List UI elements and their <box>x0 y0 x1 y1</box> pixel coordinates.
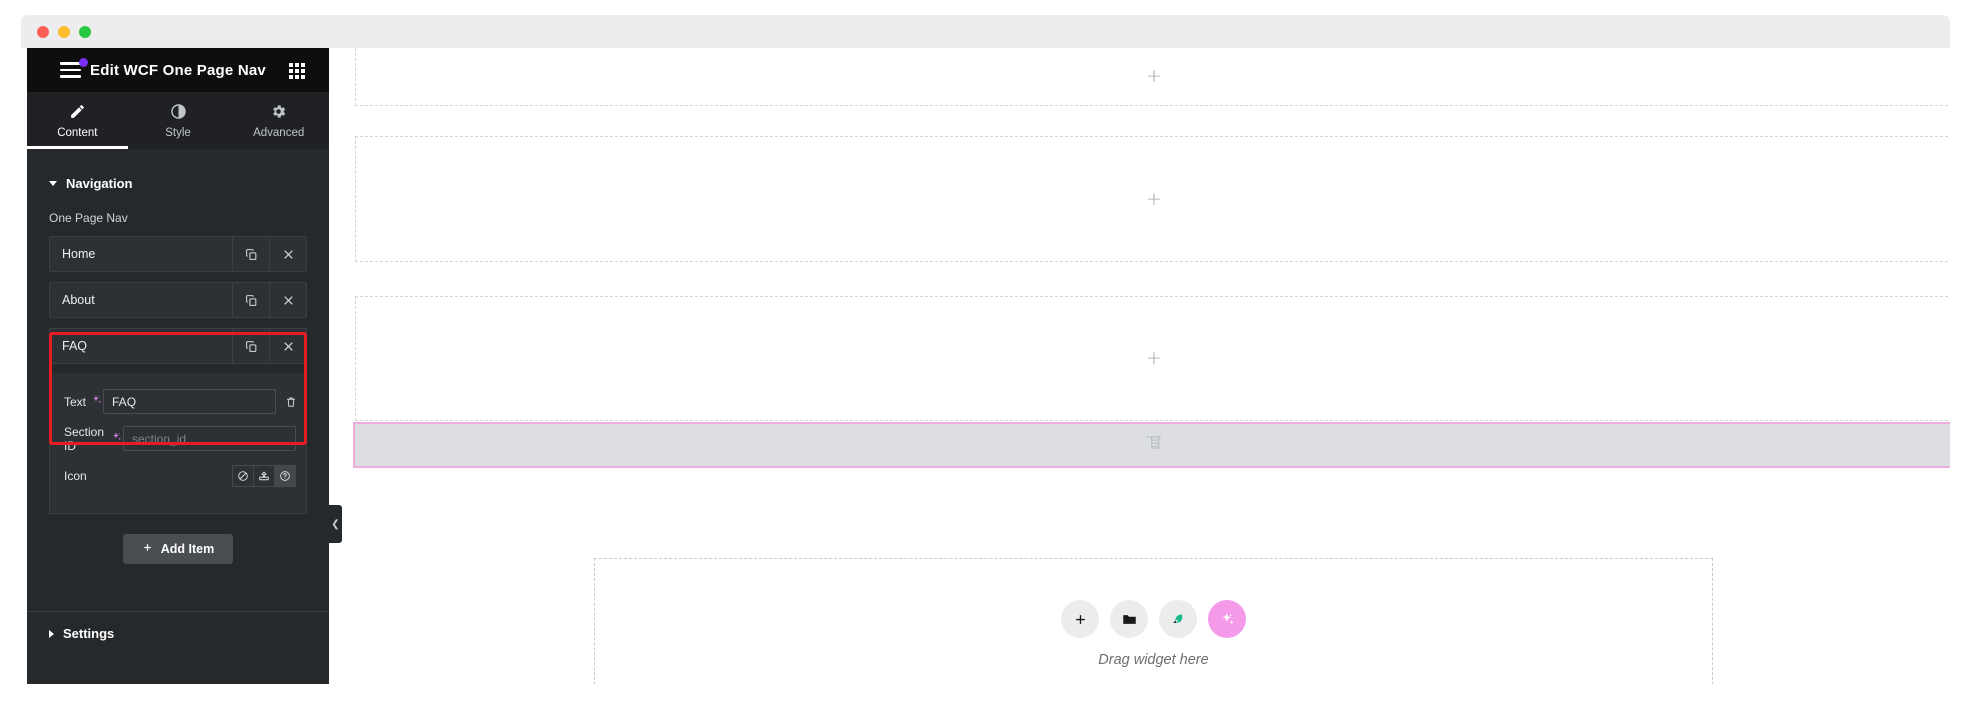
panel-collapse-handle[interactable]: ❮ <box>329 505 342 543</box>
field-section-id-label: Section ID <box>64 425 123 453</box>
field-section-id[interactable]: Section ID <box>50 423 306 454</box>
plus-icon[interactable]: + <box>1146 189 1162 209</box>
repeater-item-about[interactable]: About <box>49 282 307 318</box>
browser-window: + + + Drag widget here Edit WCF One Page… <box>0 0 1971 705</box>
help-circle-icon[interactable] <box>274 464 296 487</box>
field-text-label-text: Text <box>64 394 87 409</box>
traffic-light-buttons[interactable] <box>37 26 91 38</box>
window-titlebar <box>21 15 1950 48</box>
selected-nav-widget-section[interactable] <box>353 422 1950 468</box>
repeater-item-home[interactable]: Home <box>49 236 307 272</box>
tab-content-label: Content <box>57 126 98 139</box>
none-icon[interactable] <box>232 464 254 487</box>
panel-tabs[interactable]: Content Style Advanced <box>27 92 329 149</box>
panel-body[interactable]: Navigation One Page Nav Home About FAQ T… <box>27 149 329 684</box>
section-navigation-label: Navigation <box>66 176 133 191</box>
close-icon[interactable] <box>269 283 306 317</box>
add-item-wrapper[interactable]: Add Item <box>27 534 329 564</box>
tab-advanced-label: Advanced <box>253 126 305 139</box>
page-title: Edit WCF One Page Nav <box>90 61 266 79</box>
pencil-icon <box>69 103 86 120</box>
field-icon[interactable]: Icon <box>50 460 306 491</box>
empty-section[interactable]: + <box>355 296 1950 421</box>
add-item-label: Add Item <box>160 542 215 556</box>
repeater-item-faq[interactable]: FAQ <box>49 328 307 364</box>
drag-widget-hint: Drag widget here <box>1098 652 1209 668</box>
grid-icon[interactable] <box>289 63 305 79</box>
elementor-editor-panel[interactable]: Edit WCF One Page Nav Content Style Adva… <box>27 48 329 684</box>
ai-sparkle-icon[interactable] <box>91 394 103 409</box>
close-window-button[interactable] <box>37 26 49 38</box>
repeater-item-editor[interactable]: Text FAQ Section ID section_id Icon <box>49 374 307 514</box>
add-item-button[interactable]: Add Item <box>122 534 234 564</box>
chevron-left-icon: ❮ <box>331 518 340 530</box>
section-id-input[interactable] <box>123 426 296 451</box>
field-icon-label-text: Icon <box>64 468 87 483</box>
contrast-icon <box>170 103 187 120</box>
drag-widget-dropzone[interactable]: Drag widget here <box>594 558 1713 684</box>
section-navigation-header[interactable]: Navigation <box>27 162 329 205</box>
tab-advanced[interactable]: Advanced <box>228 92 329 149</box>
close-icon[interactable] <box>269 329 306 363</box>
plus-icon <box>142 542 153 556</box>
plus-icon[interactable]: + <box>1146 349 1162 368</box>
folder-templates-button[interactable] <box>1110 600 1148 638</box>
minimize-window-button[interactable] <box>58 26 70 38</box>
trash-icon[interactable] <box>281 391 301 413</box>
upload-icon[interactable] <box>253 464 275 487</box>
cloud-library-button[interactable] <box>1159 600 1197 638</box>
nav-widget-icon <box>1144 433 1163 457</box>
tab-content[interactable]: Content <box>27 92 128 149</box>
repeater-item-title[interactable]: About <box>50 283 232 317</box>
field-icon-label: Icon <box>64 469 168 483</box>
field-section-id-label-text: Section ID <box>64 424 105 453</box>
widget-quick-actions[interactable] <box>1061 600 1246 638</box>
repeater-list[interactable]: Home About FAQ <box>27 236 329 364</box>
field-text[interactable]: Text <box>50 386 306 417</box>
section-settings-label: Settings <box>63 626 115 641</box>
field-section-id-control[interactable] <box>123 426 296 451</box>
field-text-label: Text <box>64 394 103 409</box>
tab-style[interactable]: Style <box>128 92 229 149</box>
repeater-label: One Page Nav <box>49 211 128 225</box>
repeater-item-title[interactable]: FAQ <box>50 329 232 363</box>
add-widget-button[interactable] <box>1061 600 1099 638</box>
caret-right-icon <box>49 629 54 638</box>
duplicate-icon[interactable] <box>232 283 269 317</box>
empty-section[interactable]: + <box>355 48 1950 106</box>
tab-style-label: Style <box>165 126 191 139</box>
repeater-item-title[interactable]: Home <box>50 237 232 271</box>
section-settings-header[interactable]: Settings <box>27 612 329 655</box>
empty-section[interactable]: + <box>355 136 1950 262</box>
close-icon[interactable] <box>269 237 306 271</box>
panel-header: Edit WCF One Page Nav <box>27 48 329 92</box>
plus-icon[interactable]: + <box>1146 67 1162 86</box>
caret-down-icon <box>49 181 57 186</box>
field-text-control[interactable] <box>103 389 301 414</box>
ai-builder-button[interactable] <box>1208 600 1246 638</box>
icon-choice-group[interactable] <box>232 464 296 487</box>
maximize-window-button[interactable] <box>79 26 91 38</box>
text-input[interactable] <box>103 389 277 414</box>
duplicate-icon[interactable] <box>232 329 269 363</box>
gear-icon <box>270 103 287 120</box>
duplicate-icon[interactable] <box>232 237 269 271</box>
ai-sparkle-icon[interactable] <box>111 431 123 446</box>
